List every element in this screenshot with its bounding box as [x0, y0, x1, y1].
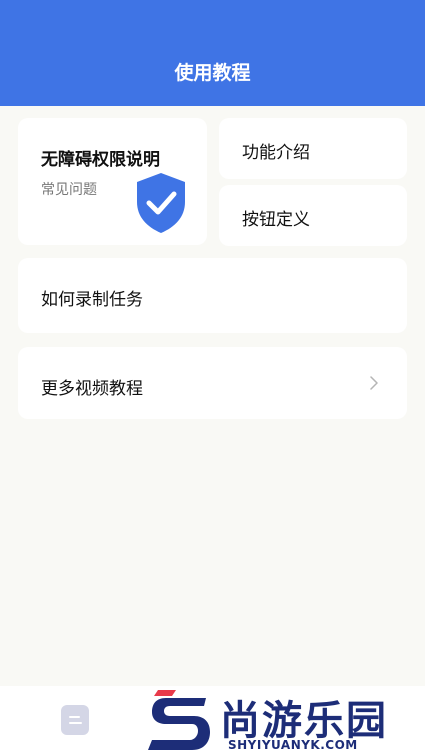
watermark-s-logo: [148, 690, 210, 750]
accessibility-permission-card[interactable]: 无障碍权限说明 常见问题: [18, 118, 207, 245]
button-definition-label: 按钮定义: [242, 210, 310, 230]
header: 使用教程: [0, 0, 425, 106]
feature-intro-label: 功能介绍: [242, 143, 310, 163]
chevron-right-icon: [370, 376, 378, 390]
record-task-card[interactable]: 如何录制任务: [18, 258, 407, 333]
watermark-url: SHYIYUANYK.COM: [228, 738, 358, 752]
feature-intro-card[interactable]: 功能介绍: [219, 118, 407, 179]
record-task-label: 如何录制任务: [41, 290, 143, 310]
page-title: 使用教程: [174, 62, 251, 84]
accessibility-title: 无障碍权限说明: [41, 150, 160, 170]
more-videos-card[interactable]: 更多视频教程: [18, 347, 407, 419]
document-icon[interactable]: [61, 705, 89, 735]
button-definition-card[interactable]: 按钮定义: [219, 185, 407, 246]
shield-check-icon: [137, 173, 185, 233]
accessibility-subtitle: 常见问题: [41, 182, 97, 198]
more-videos-label: 更多视频教程: [41, 379, 143, 399]
watermark-logo: 尚游乐园 SHYIYUANYK.COM: [148, 688, 425, 756]
